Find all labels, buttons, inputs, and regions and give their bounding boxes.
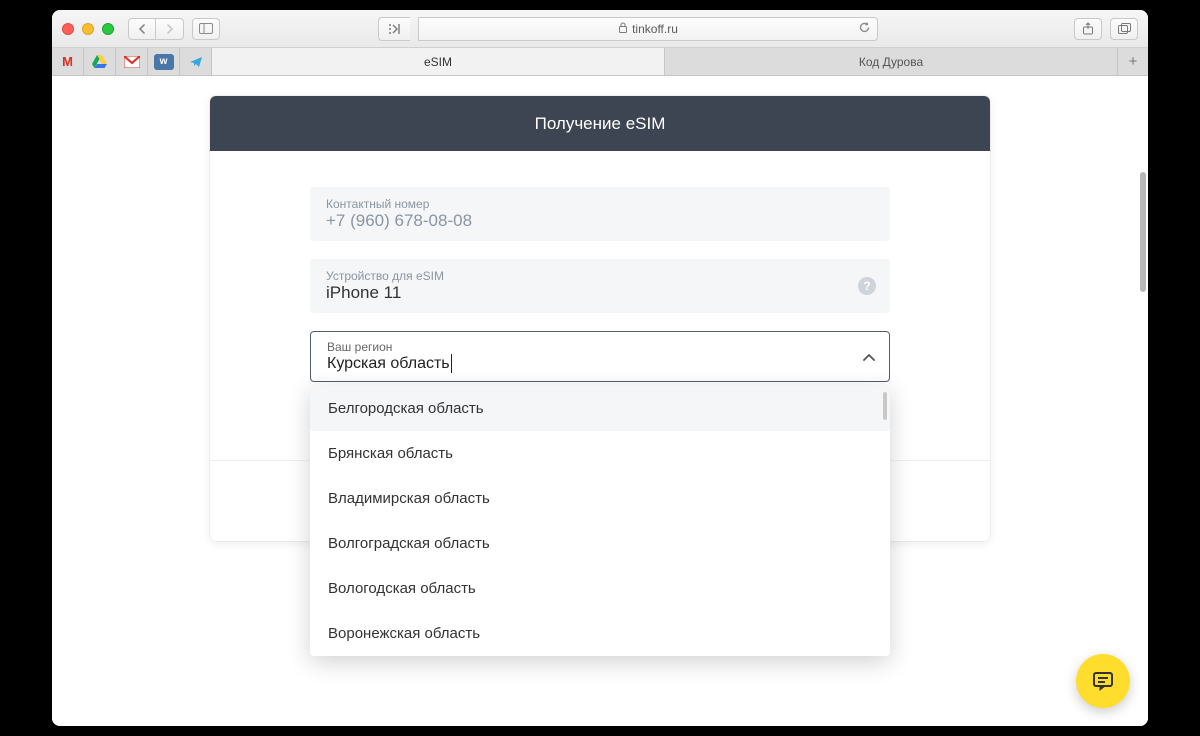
card-title: Получение eSIM: [210, 96, 990, 151]
page-scrollbar-thumb[interactable]: [1140, 172, 1146, 292]
region-option[interactable]: Волгоградская область: [310, 521, 890, 566]
maximize-window-button[interactable]: [102, 23, 114, 35]
pinned-tab-gmail[interactable]: M: [52, 48, 84, 75]
sidebar-toggle-button[interactable]: [192, 18, 220, 40]
region-field[interactable]: Ваш регион Курская область: [310, 331, 890, 382]
region-input-value: Курская область: [327, 354, 452, 373]
back-button[interactable]: [128, 18, 156, 40]
close-window-button[interactable]: [62, 23, 74, 35]
help-icon[interactable]: ?: [858, 277, 876, 295]
pinned-tab-vk[interactable]: w: [148, 48, 180, 75]
forward-button[interactable]: [156, 18, 184, 40]
pinned-tabs: M w: [52, 48, 212, 75]
chat-button[interactable]: [1076, 654, 1130, 708]
region-option[interactable]: Белгородская область: [310, 386, 890, 431]
tab-label: eSIM: [424, 55, 452, 69]
reader-mode-button[interactable]: [378, 17, 410, 41]
chevron-up-icon: [863, 349, 875, 365]
minimize-window-button[interactable]: [82, 23, 94, 35]
tab-kod-durova[interactable]: Код Дурова: [665, 48, 1118, 75]
device-field[interactable]: Устройство для eSIM iPhone 11 ?: [310, 259, 890, 313]
region-option[interactable]: Брянская область: [310, 431, 890, 476]
reload-icon[interactable]: [858, 21, 871, 37]
tab-bar: M w eSIM Код Дурова +: [52, 48, 1148, 76]
field-label: Ваш регион: [327, 340, 873, 354]
region-option[interactable]: Вологодская область: [310, 566, 890, 611]
pinned-tab-telegram[interactable]: [180, 48, 212, 75]
address-bar[interactable]: tinkoff.ru: [418, 17, 878, 41]
chat-icon: [1091, 670, 1115, 692]
page-content: Получение eSIM Контактный номер +7 (960)…: [52, 76, 1148, 726]
lock-icon: [618, 22, 628, 36]
share-button[interactable]: [1074, 18, 1102, 40]
tab-esim[interactable]: eSIM: [212, 48, 665, 75]
nav-buttons: [128, 18, 184, 40]
field-value: iPhone 11: [326, 283, 874, 303]
tab-label: Код Дурова: [859, 55, 923, 69]
url-host: tinkoff.ru: [632, 22, 678, 36]
pinned-tab-drive[interactable]: [84, 48, 116, 75]
field-value: +7 (960) 678-08-08: [326, 211, 874, 231]
browser-window: tinkoff.ru M w: [52, 10, 1148, 726]
contact-number-field[interactable]: Контактный номер +7 (960) 678-08-08: [310, 187, 890, 241]
toolbar-right: [1074, 18, 1138, 40]
window-controls: [62, 23, 114, 35]
region-dropdown: Белгородская область Брянская область Вл…: [310, 386, 890, 656]
new-tab-button[interactable]: +: [1118, 48, 1148, 75]
field-label: Контактный номер: [326, 197, 874, 211]
tabs-overview-button[interactable]: [1110, 18, 1138, 40]
titlebar: tinkoff.ru: [52, 10, 1148, 48]
dropdown-scrollbar[interactable]: [883, 392, 887, 420]
region-option[interactable]: Владимирская область: [310, 476, 890, 521]
region-option[interactable]: Воронежская область: [310, 611, 890, 656]
pinned-tab-gmail-alt[interactable]: [116, 48, 148, 75]
field-label: Устройство для eSIM: [326, 269, 874, 283]
